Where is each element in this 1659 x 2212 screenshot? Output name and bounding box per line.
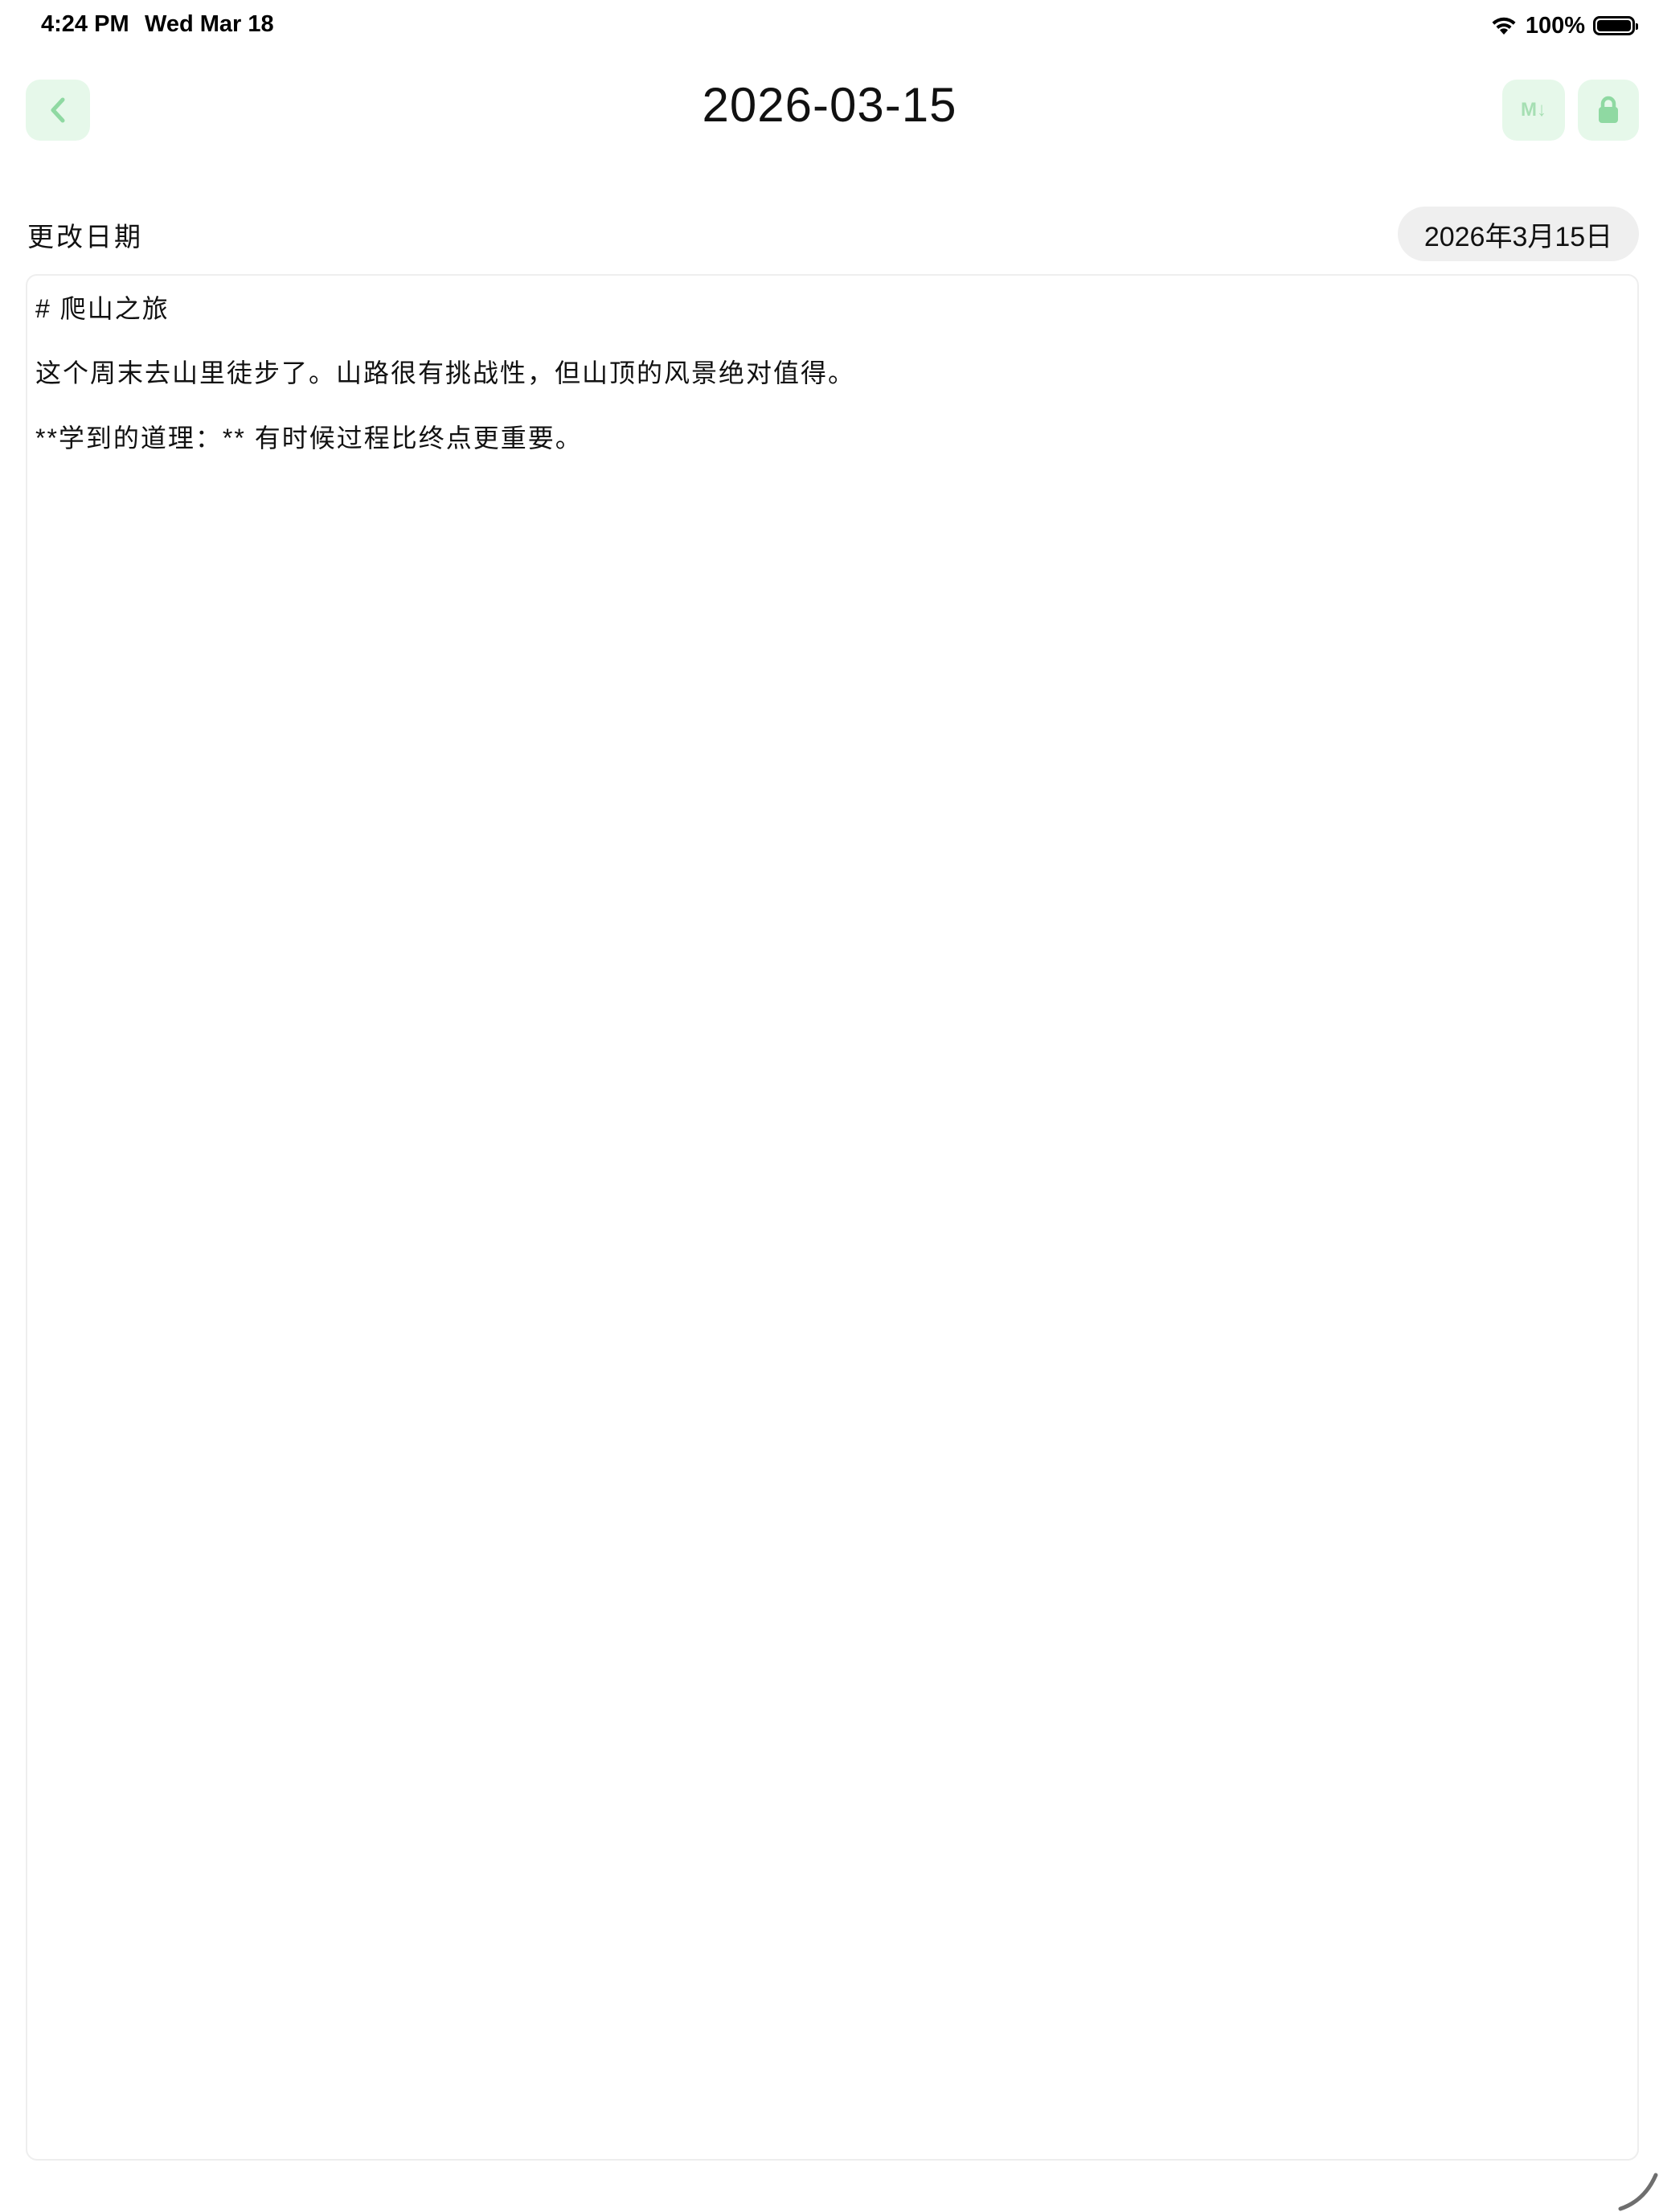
journal-entry-screen: 4:24 PM Wed Mar 18 100% 2026-03-15 M↓ 更改…	[0, 0, 1659, 2212]
battery-nub	[1636, 23, 1638, 30]
markdown-toggle-button[interactable]: M↓	[1502, 80, 1565, 141]
date-picker-button[interactable]: 2026年3月15日	[1398, 207, 1639, 261]
change-date-label: 更改日期	[27, 222, 143, 252]
wifi-icon	[1492, 17, 1516, 35]
markdown-icon: M↓	[1521, 99, 1546, 121]
editor-line-heading: # 爬山之旅	[35, 294, 170, 323]
editor-line-paragraph: 这个周末去山里徒步了。山路很有挑战性，但山顶的风景绝对值得。	[35, 358, 856, 387]
status-indicators: 100%	[1490, 10, 1638, 42]
editor-line-lesson: **学到的道理：** 有时候过程比终点更重要。	[35, 424, 583, 453]
lock-button[interactable]	[1578, 80, 1639, 141]
battery-level-fill	[1597, 20, 1631, 31]
lock-icon	[1599, 96, 1618, 123]
markdown-editor[interactable]: # 爬山之旅 这个周末去山里徒步了。山路很有挑战性，但山顶的风景绝对值得。 **…	[26, 274, 1639, 2161]
status-bar: 4:24 PM Wed Mar 18 100%	[0, 0, 1659, 51]
battery-percent: 100%	[1525, 12, 1585, 39]
page-title: 2026-03-15	[702, 78, 957, 132]
status-time: 4:24 PM	[41, 11, 129, 37]
resize-grip-icon[interactable]	[1616, 2170, 1659, 2212]
battery-icon	[1593, 16, 1638, 35]
status-date: Wed Mar 18	[145, 11, 274, 37]
